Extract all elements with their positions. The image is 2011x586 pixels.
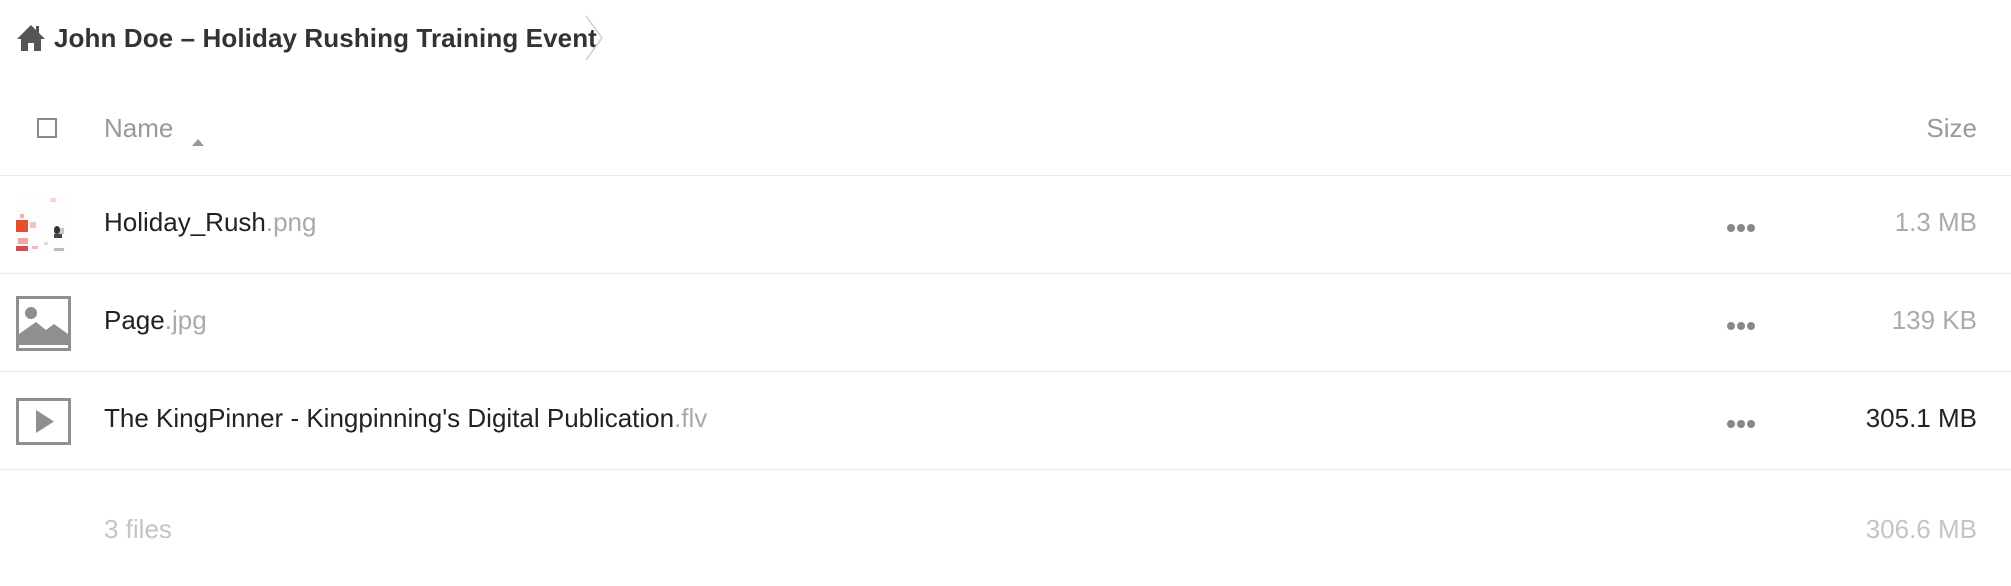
size-column-header[interactable]: Size <box>1926 113 1977 144</box>
file-size: 305.1 MB <box>1865 403 1977 433</box>
file-name[interactable]: Page.jpg <box>104 305 207 336</box>
file-base-name: The KingPinner - Kingpinning's Digital P… <box>104 403 675 433</box>
image-file-icon[interactable] <box>16 296 71 351</box>
table-row[interactable]: The KingPinner - Kingpinning's Digital P… <box>0 372 2011 470</box>
table-row[interactable]: Holiday_Rush.png 1.3 MB <box>0 176 2011 274</box>
image-preview-thumbnail[interactable] <box>16 198 71 253</box>
total-size: 306.6 MB <box>1865 514 1977 544</box>
file-list-summary: 3 files 306.6 MB <box>0 470 2011 544</box>
file-name[interactable]: The KingPinner - Kingpinning's Digital P… <box>104 403 707 434</box>
file-extension: .flv <box>674 403 708 433</box>
file-size: 1.3 MB <box>1894 207 1977 237</box>
home-icon[interactable] <box>16 23 46 53</box>
file-count: 3 files <box>104 514 172 544</box>
file-list-header: Name Size <box>0 95 2011 176</box>
more-actions-icon[interactable] <box>1726 318 1756 330</box>
table-row[interactable]: Page.jpg 139 KB <box>0 274 2011 372</box>
video-file-icon[interactable] <box>16 394 71 449</box>
file-name[interactable]: Holiday_Rush.png <box>104 207 316 238</box>
file-extension: .png <box>265 207 317 237</box>
file-base-name: Page <box>104 305 165 335</box>
file-extension: .jpg <box>164 305 207 335</box>
breadcrumb: John Doe – Holiday Rushing Training Even… <box>16 14 597 62</box>
file-size: 139 KB <box>1891 305 1977 335</box>
sort-ascending-icon <box>191 124 205 146</box>
file-base-name: Holiday_Rush <box>104 207 266 237</box>
name-column-label: Name <box>104 113 174 143</box>
select-all-checkbox[interactable] <box>37 118 57 138</box>
breadcrumb-separator-icon <box>585 15 603 61</box>
name-column-header[interactable]: Name <box>104 113 205 146</box>
more-actions-icon[interactable] <box>1726 416 1756 428</box>
breadcrumb-folder-title[interactable]: John Doe – Holiday Rushing Training Even… <box>54 23 597 54</box>
more-actions-icon[interactable] <box>1726 220 1756 232</box>
